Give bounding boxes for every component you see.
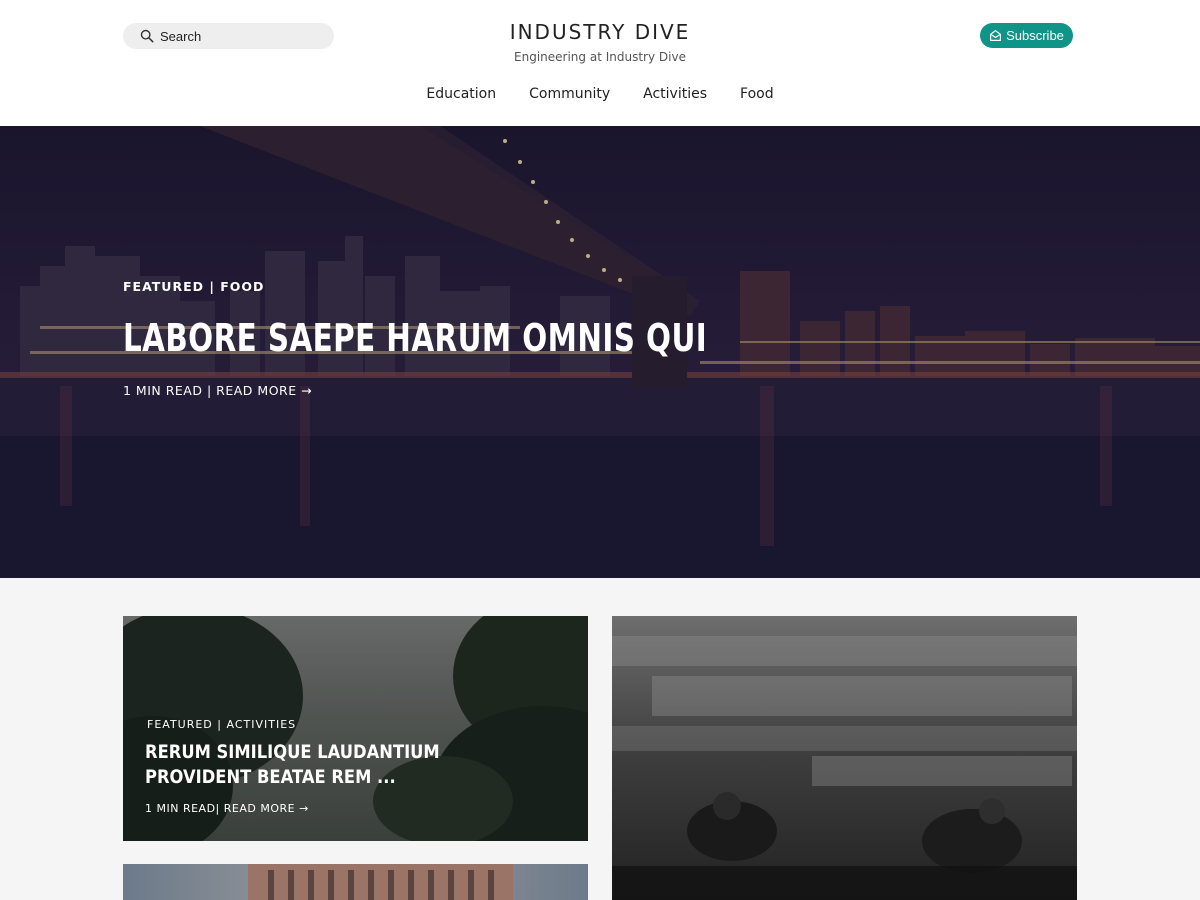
hero-read-time: 1 MIN READ (123, 383, 203, 398)
post-card-image-tower[interactable] (123, 864, 588, 900)
site-subtitle: Engineering at Industry Dive (514, 50, 686, 64)
nav-item-community[interactable]: Community (529, 86, 610, 102)
hero-category-label: FEATURED | FOOD (123, 279, 265, 294)
subscribe-label: Subscribe (1006, 28, 1064, 43)
nav-item-activities[interactable]: Activities (643, 86, 707, 102)
main-nav: Education Community Activities Food (0, 86, 1200, 102)
search-input[interactable]: Search (123, 23, 334, 49)
hero-featured-post[interactable]: FEATURED | FOOD LABORE SAEPE HARUM OMNIS… (0, 126, 1200, 578)
hero-separator: | (206, 383, 212, 398)
search-icon (140, 29, 154, 43)
card-read-info: 1 MIN READ| READ MORE → (145, 802, 309, 815)
card-separator: | (215, 802, 220, 815)
site-header: Search INDUSTRY DIVE Engineering at Indu… (0, 0, 1200, 126)
cyclists-image (612, 636, 1077, 900)
post-card[interactable]: FEATURED | ACTIVITIES RERUM SIMILIQUE LA… (123, 616, 588, 841)
nav-item-education[interactable]: Education (426, 86, 496, 102)
site-title[interactable]: INDUSTRY DIVE (400, 20, 800, 44)
hero-title[interactable]: LABORE SAEPE HARUM OMNIS QUI (123, 316, 707, 360)
tower-image (248, 864, 513, 900)
site-brand: INDUSTRY DIVE Engineering at Industry Di… (400, 20, 800, 64)
subscribe-button[interactable]: Subscribe (980, 23, 1073, 48)
nav-item-food[interactable]: Food (740, 86, 774, 102)
hero-read-more-link[interactable]: READ MORE → (216, 383, 312, 398)
hero-read-info: 1 MIN READ | READ MORE → (123, 383, 312, 398)
envelope-icon (990, 29, 1002, 41)
card-title[interactable]: RERUM SIMILIQUE LAUDANTIUM PROVIDENT BEA… (145, 740, 549, 790)
post-card-image-cyclists[interactable] (612, 616, 1077, 900)
card-read-more-link[interactable]: READ MORE → (224, 802, 309, 815)
card-read-time: 1 MIN READ (145, 802, 216, 815)
search-placeholder: Search (160, 28, 202, 44)
card-category-label: FEATURED | ACTIVITIES (147, 718, 297, 731)
